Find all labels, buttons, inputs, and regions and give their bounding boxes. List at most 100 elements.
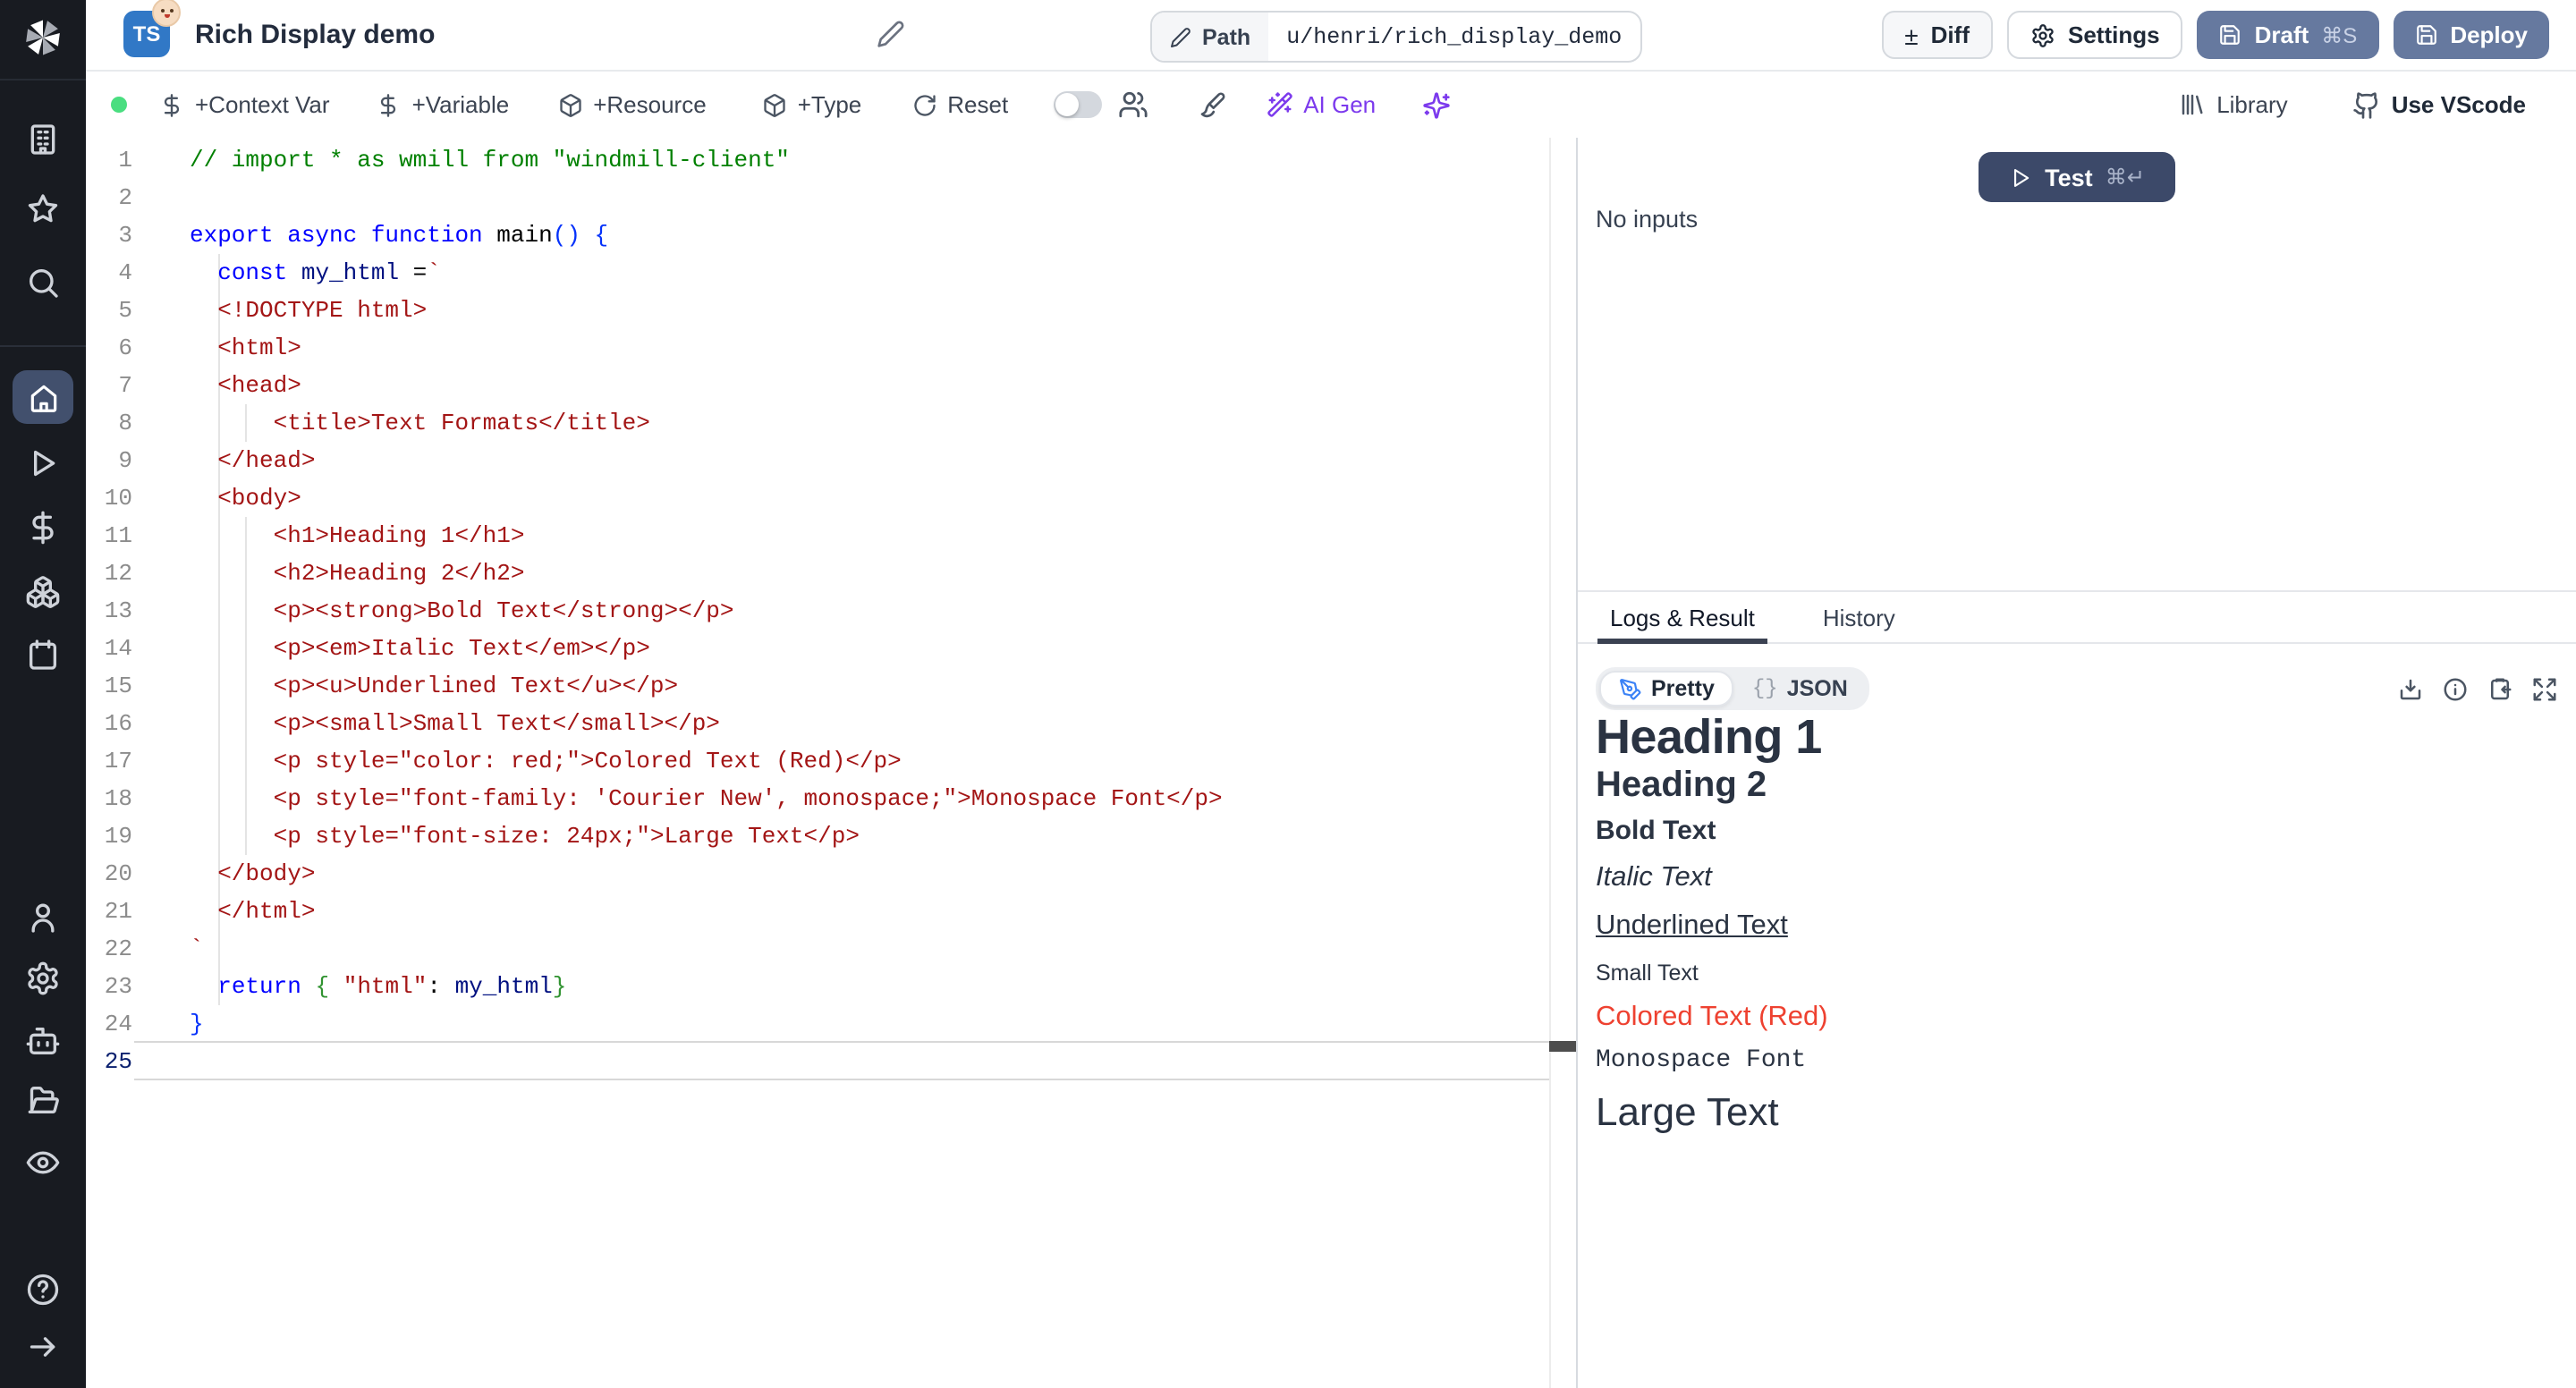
code-editor[interactable]: 1// import * as wmill from "windmill-cli… (86, 138, 1576, 1388)
ai-gen-button[interactable]: AI Gen (1266, 91, 1376, 118)
code-line[interactable]: 16 <p><small>Small Text</small></p> (86, 705, 1576, 742)
download-icon[interactable] (2397, 675, 2424, 702)
line-number: 5 (86, 297, 132, 324)
result-actions (2397, 675, 2558, 702)
variables-dollar-icon[interactable] (25, 510, 61, 546)
result-italic-text: Italic Text (1596, 862, 2558, 894)
folders-icon[interactable] (25, 1082, 61, 1118)
code-line[interactable]: 7 <head> (86, 367, 1576, 404)
view-switcher: Pretty {} JSON (1596, 667, 1869, 710)
user-icon[interactable] (25, 900, 61, 935)
code-line[interactable]: 1// import * as wmill from "windmill-cli… (86, 141, 1576, 179)
view-pretty-option[interactable]: Pretty (1599, 671, 1734, 707)
code-line[interactable]: 4 const my_html =` (86, 254, 1576, 292)
test-button[interactable]: Test ⌘↵ (1979, 152, 2175, 202)
code-line[interactable]: 2 (86, 179, 1576, 216)
draft-button[interactable]: Draft ⌘S (2198, 11, 2379, 59)
code-line[interactable]: 11 <h1>Heading 1</h1> (86, 517, 1576, 554)
line-number: 19 (86, 823, 132, 850)
help-icon[interactable] (25, 1272, 61, 1308)
deploy-button[interactable]: Deploy (2393, 11, 2549, 59)
search-icon[interactable] (25, 265, 61, 300)
tab-logs-result[interactable]: Logs & Result (1610, 592, 1755, 642)
code-line[interactable]: 14 <p><em>Italic Text</em></p> (86, 630, 1576, 667)
code-text: <p style="color: red;">Colored Text (Red… (190, 742, 902, 780)
code-line[interactable]: 6 <html> (86, 329, 1576, 367)
result-mono-text: Monospace Font (1596, 1046, 2558, 1077)
add-variable-button[interactable]: +Variable (377, 91, 510, 118)
code-line[interactable]: 10 <body> (86, 479, 1576, 517)
diff-mode-toggle[interactable] (1053, 91, 1101, 118)
code-line[interactable]: 3export async function main() { (86, 216, 1576, 254)
add-type-button[interactable]: +Type (762, 91, 862, 118)
code-line[interactable]: 24} (86, 1005, 1576, 1043)
code-text: </head> (190, 442, 315, 479)
page-title: Rich Display demo (195, 20, 435, 50)
format-brush-icon[interactable] (1196, 90, 1224, 119)
code-line[interactable]: 20 </body> (86, 855, 1576, 893)
path-field[interactable]: Path u/henri/rich_display_demo (1150, 11, 1641, 63)
view-json-option[interactable]: {} JSON (1734, 673, 1866, 705)
code-line[interactable]: 8 <title>Text Formats</title> (86, 404, 1576, 442)
line-number: 22 (86, 935, 132, 962)
rendered-result: Heading 1Heading 2Bold TextItalic TextUn… (1596, 712, 2558, 1136)
info-icon[interactable] (2442, 675, 2469, 702)
code-line[interactable]: 15 <p><u>Underlined Text</u></p> (86, 667, 1576, 705)
clipboard-copy-icon[interactable] (2487, 675, 2513, 702)
code-line[interactable]: 23 return { "html": my_html} (86, 968, 1576, 1005)
pen-tool-icon (1619, 677, 1642, 700)
multiplayer-users-icon[interactable] (1117, 89, 1148, 120)
favorites-star-icon[interactable] (25, 191, 61, 227)
edit-summary-pencil-icon[interactable] (877, 20, 905, 48)
settings-gear-icon[interactable] (25, 961, 61, 996)
library-button[interactable]: Library (2179, 91, 2288, 118)
audit-eye-icon[interactable] (25, 1145, 61, 1181)
expand-arrow-icon[interactable] (25, 1329, 61, 1365)
path-value[interactable]: u/henri/rich_display_demo (1268, 13, 1640, 61)
code-line[interactable]: 22 ` (86, 930, 1576, 968)
runs-play-icon[interactable] (25, 445, 61, 481)
line-number: 25 (86, 1048, 132, 1075)
line-number: 10 (86, 485, 132, 512)
resources-boxes-icon[interactable] (25, 574, 61, 610)
code-line[interactable]: 9 </head> (86, 442, 1576, 479)
path-label-wrap: Path (1152, 13, 1268, 61)
schedules-calendar-icon[interactable] (25, 637, 61, 673)
result-red-text: Colored Text (Red) (1596, 1002, 2558, 1034)
dollar-icon (159, 92, 184, 117)
gear-icon (2030, 22, 2055, 47)
code-line[interactable]: 12 <h2>Heading 2</h2> (86, 554, 1576, 592)
sidebar-item-home[interactable] (13, 370, 73, 424)
expand-icon[interactable] (2531, 675, 2558, 702)
add-resource-button[interactable]: +Resource (557, 91, 706, 118)
line-number: 13 (86, 597, 132, 624)
diff-button[interactable]: ± Diff (1881, 11, 1993, 59)
dollar-icon (377, 92, 402, 117)
use-vscode-button[interactable]: Use VScode (2352, 90, 2526, 119)
windmill-logo-icon[interactable] (20, 14, 66, 70)
code-line[interactable]: 13 <p><strong>Bold Text</strong></p> (86, 592, 1576, 630)
overview-ruler (1549, 138, 1551, 1388)
preview-panel: Test ⌘↵ No inputs Logs & Result History (1576, 138, 2576, 1388)
line-number: 4 (86, 259, 132, 286)
code-text: <body> (190, 479, 301, 517)
code-line[interactable]: 17 <p style="color: red;">Colored Text (… (86, 742, 1576, 780)
code-text: <p style="font-size: 24px;">Large Text</… (190, 817, 860, 855)
code-line[interactable]: 18 <p style="font-family: 'Courier New',… (86, 780, 1576, 817)
code-text: ` (190, 930, 204, 968)
github-icon (2352, 90, 2381, 119)
line-number: 23 (86, 973, 132, 1000)
code-text: <p><strong>Bold Text</strong></p> (190, 592, 734, 630)
add-context-var-button[interactable]: +Context Var (159, 91, 330, 118)
result-h1-text: Heading 1 (1596, 712, 2558, 762)
settings-button[interactable]: Settings (2007, 11, 2183, 59)
reset-button[interactable]: Reset (911, 91, 1008, 118)
language-badge: TS (123, 11, 170, 57)
code-line[interactable]: 21 </html> (86, 893, 1576, 930)
code-line[interactable]: 19 <p style="font-size: 24px;">Large Tex… (86, 817, 1576, 855)
tab-history[interactable]: History (1823, 592, 1895, 642)
code-line[interactable]: 5 <!DOCTYPE html> (86, 292, 1576, 329)
workers-robot-icon[interactable] (25, 1023, 61, 1059)
workspace-building-icon[interactable] (25, 122, 61, 157)
sparkles-icon[interactable] (1422, 90, 1451, 119)
